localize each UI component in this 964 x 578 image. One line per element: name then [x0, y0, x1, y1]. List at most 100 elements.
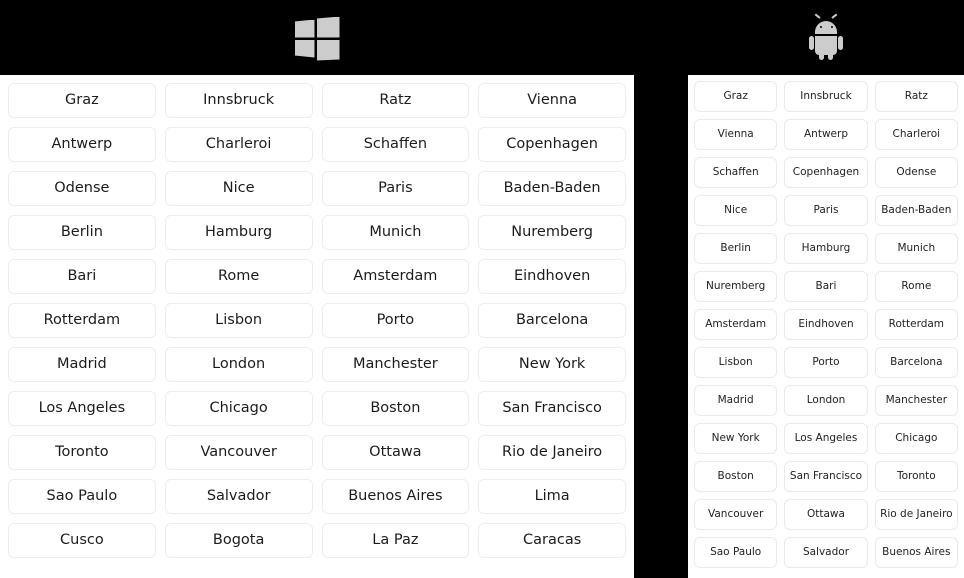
city-cell[interactable]: Paris [784, 195, 868, 226]
city-cell[interactable]: Rome [164, 259, 313, 294]
city-cell[interactable]: Rio de Janeiro [874, 499, 958, 530]
city-cell[interactable]: Bari [8, 259, 156, 294]
city-cell[interactable]: Porto [321, 303, 470, 338]
city-cell[interactable]: Lisbon [164, 303, 313, 338]
city-cell[interactable]: Salvador [164, 479, 313, 514]
android-head [815, 20, 837, 34]
city-cell[interactable]: Sao Paulo [694, 537, 778, 568]
city-cell[interactable]: Graz [8, 83, 156, 118]
city-cell[interactable]: Boston [321, 391, 470, 426]
city-cell[interactable]: Vancouver [694, 499, 778, 530]
city-cell[interactable]: Buenos Aires [874, 537, 958, 568]
city-cell[interactable]: Nuremberg [694, 271, 778, 302]
city-cell[interactable]: Berlin [8, 215, 156, 250]
city-cell[interactable]: Paris [321, 171, 470, 206]
android-antenna-right [831, 13, 838, 19]
city-cell[interactable]: Odense [8, 171, 156, 206]
city-cell[interactable]: Innsbruck [164, 83, 313, 118]
city-cell[interactable]: Toronto [874, 461, 958, 492]
city-cell[interactable]: Charleroi [164, 127, 313, 162]
city-cell[interactable]: Graz [694, 81, 778, 112]
city-cell[interactable]: Vancouver [164, 435, 313, 470]
city-cell[interactable]: New York [694, 423, 778, 454]
city-cell[interactable]: Nuremberg [478, 215, 626, 250]
android-city-grid: Graz Innsbruck Ratz Vienna Antwerp Charleroi S… [694, 81, 958, 568]
windows-city-grid: Graz Innsbruck Ratz Vienna Antwerp Charleroi S… [8, 83, 626, 558]
city-cell[interactable]: Amsterdam [694, 309, 778, 340]
city-cell[interactable]: Porto [784, 347, 868, 378]
city-cell[interactable]: La Paz [321, 523, 470, 558]
city-cell[interactable]: Schaffen [321, 127, 470, 162]
android-city-list-panel: Graz Innsbruck Ratz Vienna Antwerp Charleroi S… [688, 75, 964, 578]
city-cell[interactable]: Bari [784, 271, 868, 302]
android-eye-right [831, 25, 833, 28]
city-cell[interactable]: Schaffen [694, 157, 778, 188]
city-cell[interactable]: Antwerp [8, 127, 156, 162]
city-cell[interactable]: Ottawa [784, 499, 868, 530]
city-cell[interactable]: Munich [321, 215, 470, 250]
city-cell[interactable]: Lima [478, 479, 626, 514]
city-cell[interactable]: Rotterdam [8, 303, 156, 338]
city-cell[interactable]: Bogota [164, 523, 313, 558]
windows-platform-header [0, 0, 634, 75]
city-cell[interactable]: Innsbruck [784, 81, 868, 112]
windows-pane-bottom-left [295, 40, 315, 58]
city-cell[interactable]: Vienna [694, 119, 778, 150]
windows-city-list-panel: Graz Innsbruck Ratz Vienna Antwerp Charleroi S… [0, 75, 634, 578]
city-cell[interactable]: Ratz [874, 81, 958, 112]
city-cell[interactable]: Baden-Baden [874, 195, 958, 226]
android-antenna-left [814, 13, 821, 19]
city-cell[interactable]: Amsterdam [321, 259, 470, 294]
city-cell[interactable]: San Francisco [784, 461, 868, 492]
city-cell[interactable]: Ottawa [321, 435, 470, 470]
city-cell[interactable]: Eindhoven [478, 259, 626, 294]
city-cell[interactable]: Munich [874, 233, 958, 264]
city-cell[interactable]: Copenhagen [478, 127, 626, 162]
city-cell[interactable]: Rotterdam [874, 309, 958, 340]
city-cell[interactable]: London [784, 385, 868, 416]
android-arm-left [809, 35, 814, 50]
city-cell[interactable]: Barcelona [478, 303, 626, 338]
city-cell[interactable]: Barcelona [874, 347, 958, 378]
city-cell[interactable]: Madrid [694, 385, 778, 416]
city-cell[interactable]: Charleroi [874, 119, 958, 150]
city-cell[interactable]: Berlin [694, 233, 778, 264]
city-cell[interactable]: Manchester [321, 347, 470, 382]
city-cell[interactable]: Antwerp [784, 119, 868, 150]
city-cell[interactable]: Sao Paulo [8, 479, 156, 514]
city-cell[interactable]: Salvador [784, 537, 868, 568]
header-band [0, 0, 964, 75]
city-cell[interactable]: Baden-Baden [478, 171, 626, 206]
city-cell[interactable]: Lisbon [694, 347, 778, 378]
city-cell[interactable]: Odense [874, 157, 958, 188]
city-cell[interactable]: New York [478, 347, 626, 382]
city-cell[interactable]: Toronto [8, 435, 156, 470]
city-cell[interactable]: Hamburg [784, 233, 868, 264]
city-cell[interactable]: Eindhoven [784, 309, 868, 340]
city-cell[interactable]: Ratz [321, 83, 470, 118]
city-cell[interactable]: Nice [164, 171, 313, 206]
city-cell[interactable]: Rome [874, 271, 958, 302]
city-cell[interactable]: Nice [694, 195, 778, 226]
city-cell[interactable]: Madrid [8, 347, 156, 382]
android-robot-icon [806, 13, 846, 60]
city-cell[interactable]: Manchester [874, 385, 958, 416]
city-cell[interactable]: Boston [694, 461, 778, 492]
city-cell[interactable]: Los Angeles [8, 391, 156, 426]
city-cell[interactable]: Cusco [8, 523, 156, 558]
city-cell[interactable]: Copenhagen [784, 157, 868, 188]
city-cell[interactable]: Chicago [164, 391, 313, 426]
windows-pane-top-left [294, 19, 315, 38]
city-cell[interactable]: Buenos Aires [321, 479, 470, 514]
windows-pane-top-right [316, 16, 340, 38]
android-platform-header [688, 0, 964, 75]
city-cell[interactable]: Rio de Janeiro [478, 435, 626, 470]
android-leg-right [828, 53, 833, 60]
city-cell[interactable]: Vienna [478, 83, 626, 118]
city-cell[interactable]: Los Angeles [784, 423, 868, 454]
city-cell[interactable]: Chicago [874, 423, 958, 454]
city-cell[interactable]: London [164, 347, 313, 382]
city-cell[interactable]: Caracas [478, 523, 626, 558]
city-cell[interactable]: Hamburg [164, 215, 313, 250]
city-cell[interactable]: San Francisco [478, 391, 626, 426]
